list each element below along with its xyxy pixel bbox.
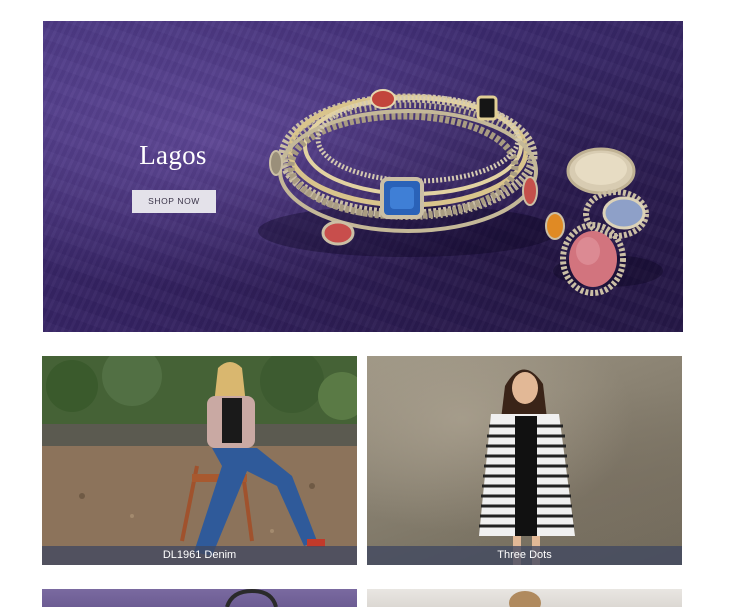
category-tile-partial-right[interactable] <box>367 589 682 607</box>
category-tile-dl1961-denim[interactable]: DL1961 Denim <box>42 356 357 565</box>
denim-photo <box>42 356 357 565</box>
three-dots-photo <box>479 369 575 565</box>
category-tile-three-dots[interactable]: Three Dots <box>367 356 682 565</box>
tile-caption: Three Dots <box>367 546 682 565</box>
tile-caption: DL1961 Denim <box>42 546 357 565</box>
shop-now-button[interactable]: SHOP NOW <box>132 190 216 213</box>
hero-brand-title: Lagos <box>139 140 207 170</box>
category-tile-partial-left[interactable] <box>42 589 357 607</box>
partial-photo-left <box>225 589 278 607</box>
jewelry-image <box>258 89 663 296</box>
hero-banner-lagos[interactable]: Lagos SHOP NOW <box>43 21 683 332</box>
partial-photo-right <box>509 591 541 607</box>
page: Lagos SHOP NOW DL1961 Denim Three Dots <box>0 0 730 607</box>
